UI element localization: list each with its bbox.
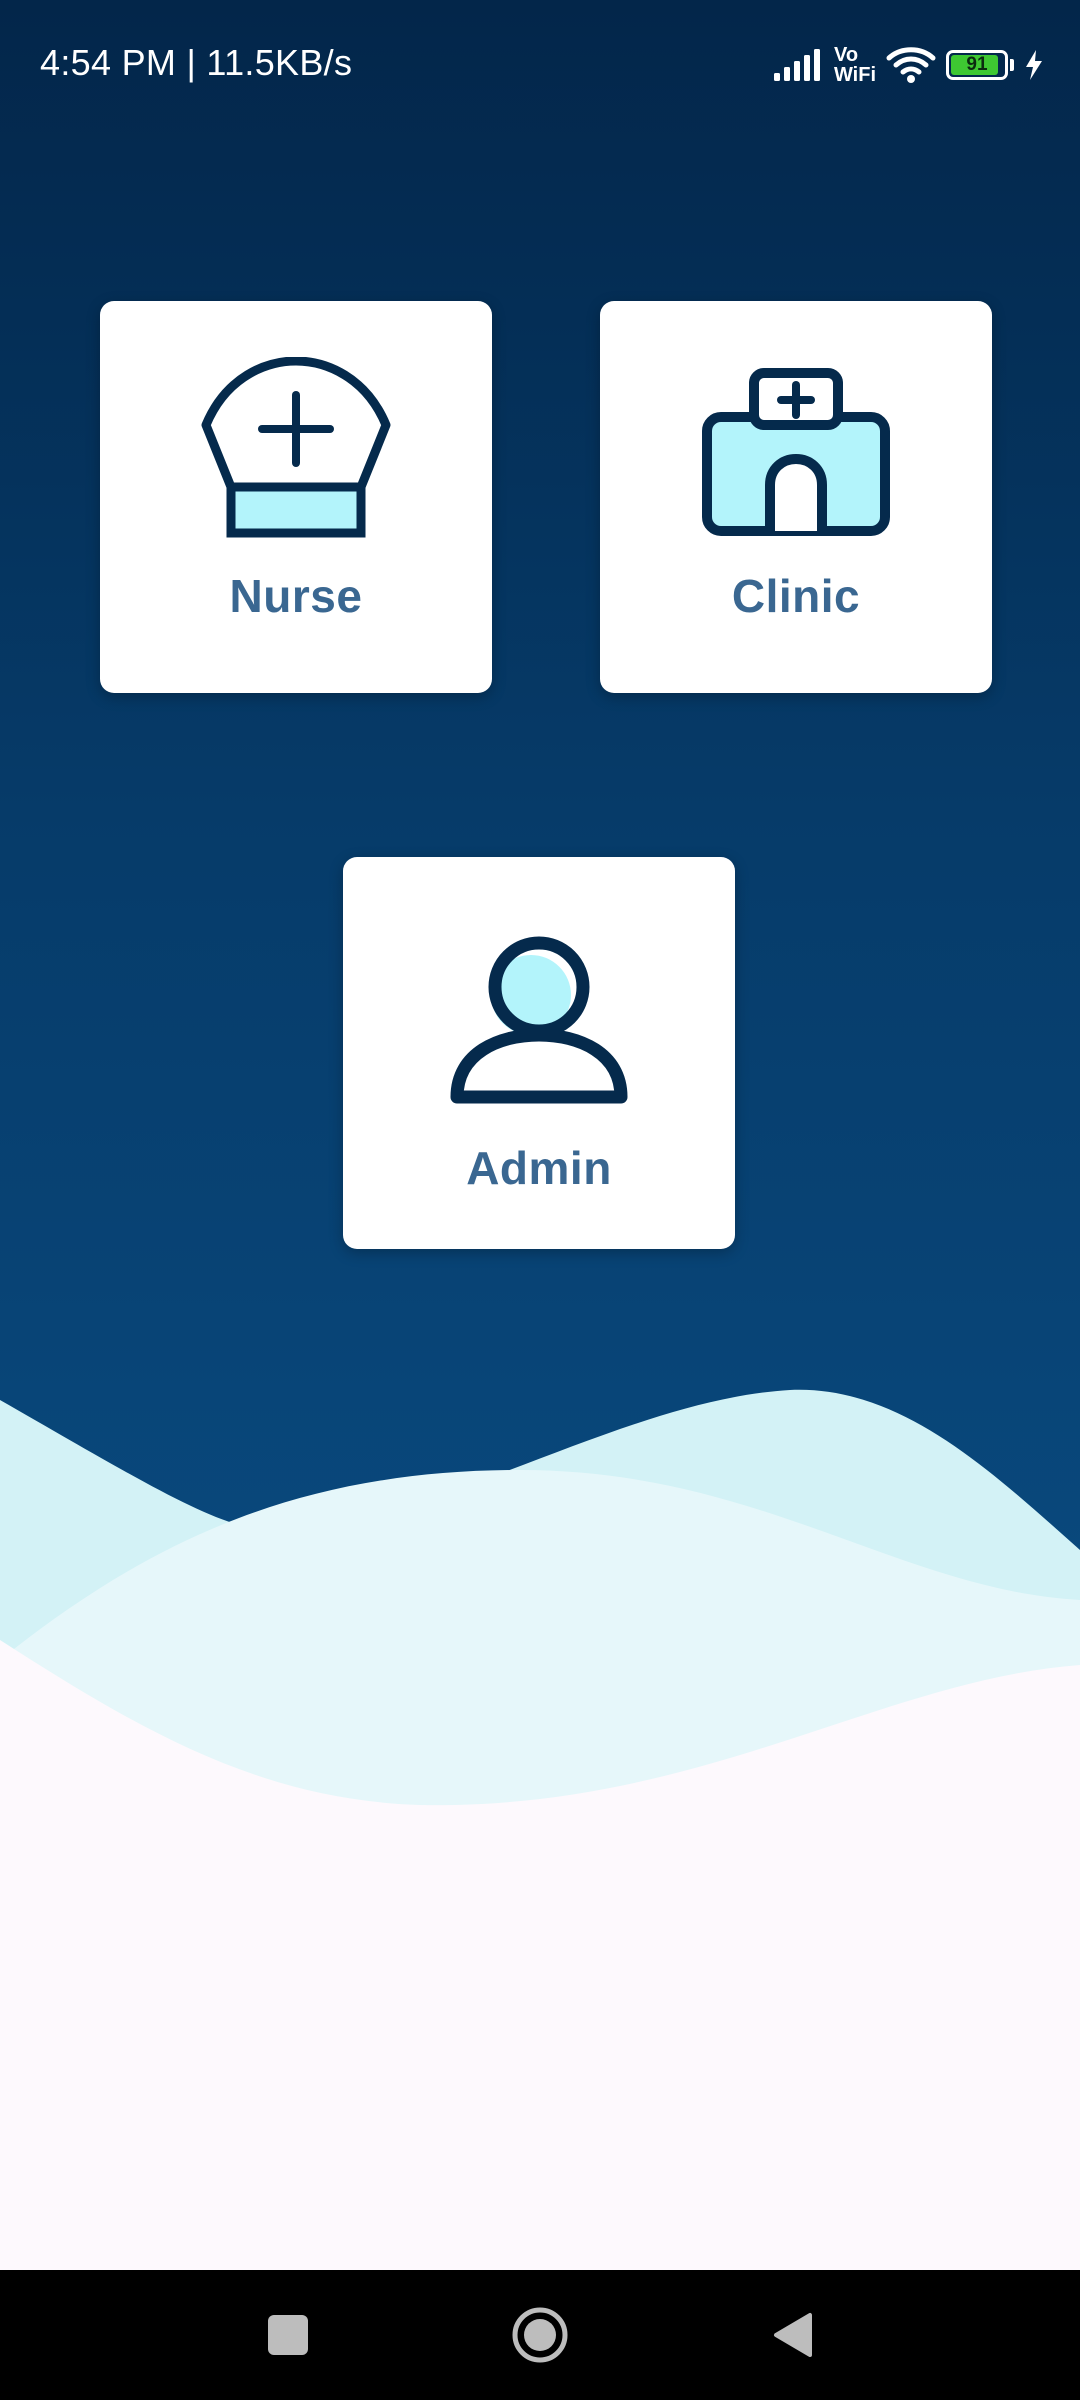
status-time: 4:54 PM | 11.5KB/s <box>40 42 353 83</box>
back-triangle-icon <box>774 2313 812 2357</box>
home-circle-icon <box>512 2307 568 2363</box>
nurse-label: Nurse <box>229 570 363 622</box>
user-icon <box>450 936 628 1104</box>
vowifi-wifi-label: WiFi <box>833 64 876 86</box>
navigation-bar <box>0 2270 1080 2400</box>
battery-tip <box>1010 59 1014 71</box>
status-bar: 4:54 PM | 11.5KB/s Vo WiFi 91 <box>0 0 1080 130</box>
clinic-label: Clinic <box>731 570 861 622</box>
admin-label: Admin <box>466 1142 612 1194</box>
charging-icon <box>1026 50 1042 80</box>
status-icons: Vo WiFi 91 <box>772 40 1044 90</box>
vowifi-vo-label: Vo <box>833 44 859 66</box>
battery-icon: 91 <box>946 50 1008 80</box>
battery-level: 91 <box>966 54 988 75</box>
admin-role-card[interactable]: Admin <box>343 857 735 1249</box>
back-button[interactable] <box>732 2270 852 2400</box>
wifi-icon <box>886 47 936 83</box>
home-button[interactable] <box>480 2270 600 2400</box>
recents-square-icon <box>268 2315 308 2355</box>
clinic-role-card[interactable]: Clinic <box>600 301 992 693</box>
signal-icon <box>773 49 820 81</box>
nurse-role-card[interactable]: Nurse <box>100 301 492 693</box>
recents-button[interactable] <box>228 2270 348 2400</box>
vowifi-icon: Vo WiFi <box>834 45 876 85</box>
clinic-building-icon <box>702 368 890 536</box>
nurse-cap-icon <box>201 357 391 538</box>
